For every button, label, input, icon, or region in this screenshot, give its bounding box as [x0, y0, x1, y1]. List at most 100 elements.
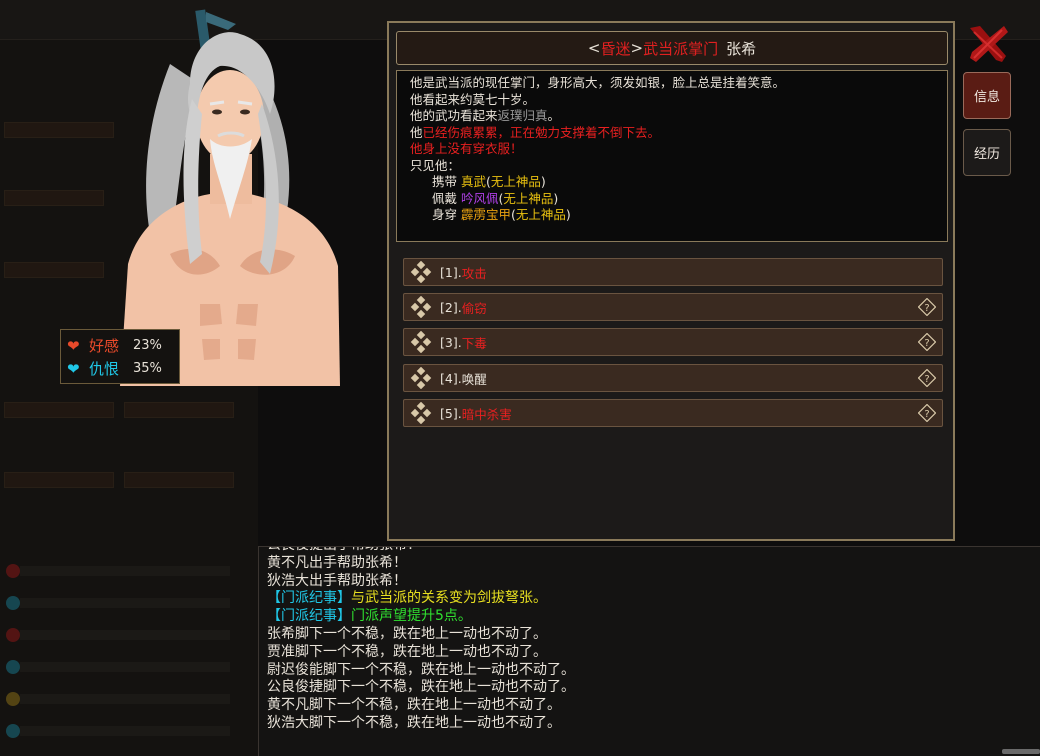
bg-list-line: [20, 726, 230, 736]
action-assassinate-button[interactable]: [5]. 暗中杀害 ?: [403, 399, 943, 427]
paren: ): [565, 207, 571, 222]
status-open-bracket: <: [587, 39, 601, 57]
close-x-icon[interactable]: [966, 22, 1010, 64]
desc-line: 只见他：: [410, 157, 461, 173]
diamond-cluster-icon: [410, 296, 432, 318]
hatred-value: 35%: [133, 361, 162, 376]
affinity-panel: ❤ 好感 23% ❤ 仇恨 35%: [60, 329, 180, 384]
desc-line: 他已经伤痕累累，正在勉力支撑着不倒下去。: [410, 125, 934, 142]
bg-list-line: [20, 630, 230, 640]
bg-slot: [4, 402, 114, 418]
bg-dot-icon: [6, 564, 20, 578]
action-label: 攻击: [461, 265, 487, 281]
equip-item[interactable]: 真武: [461, 174, 486, 189]
log-line: 尉迟俊能脚下一个不稳，跌在地上一动也不动了。: [267, 661, 575, 678]
svg-text:?: ?: [924, 374, 929, 385]
character-info-panel: < 昏迷 > 武当派掌门 张希 他是武当派的现任掌门，身形高大，须发如银，脸上总…: [387, 21, 955, 541]
diamond-cluster-icon: [410, 402, 432, 424]
tab-info[interactable]: 信息: [963, 72, 1011, 119]
equip-item[interactable]: 吟风佩: [461, 191, 499, 206]
svg-text:?: ?: [924, 338, 929, 349]
hatred-row: ❤ 仇恨 35%: [67, 357, 173, 380]
log-line: 公良俊捷脚下一个不稳，跌在地上一动也不动了。: [267, 679, 575, 696]
equip-row: 身穿 霹雳宝甲(无上神品): [410, 207, 934, 224]
favor-row: ❤ 好感 23%: [67, 334, 173, 357]
desc-text: 他的武功看起来: [410, 108, 498, 123]
equip-row: 佩戴 吟风佩(无上神品): [410, 191, 934, 208]
action-number: [3].: [440, 334, 462, 350]
svg-text:?: ?: [924, 409, 929, 420]
log-line: 公良俊捷出手帮助张希！: [267, 547, 575, 555]
desc-text: 他: [410, 124, 423, 140]
action-number: [1].: [440, 264, 462, 280]
desc-line: 他看起来约莫七十岁。: [410, 91, 536, 107]
action-number: [4].: [440, 370, 462, 386]
status-text: 昏迷: [600, 39, 631, 58]
question-diamond-icon[interactable]: ?: [918, 369, 936, 387]
log-tag: 【门派纪事】: [267, 608, 351, 625]
action-number: [2].: [440, 299, 462, 315]
tab-history[interactable]: 经历: [963, 129, 1011, 176]
question-diamond-icon[interactable]: ?: [918, 333, 936, 351]
bg-dot-icon: [6, 628, 20, 642]
status-close-bracket: >: [630, 39, 644, 57]
favor-value: 23%: [133, 338, 162, 353]
log-line: 【门派纪事】与武当派的关系变为剑拔弩张。: [267, 590, 575, 608]
action-label: 暗中杀害: [461, 406, 512, 422]
diamond-cluster-icon: [410, 331, 432, 353]
log-lines: 公良俊捷出手帮助张希！ 黄不凡出手帮助张希！ 狄浩大出手帮助张希！ 【门派纪事】…: [267, 547, 575, 733]
message-log[interactable]: 公良俊捷出手帮助张希！ 黄不凡出手帮助张希！ 狄浩大出手帮助张希！ 【门派纪事】…: [258, 546, 1040, 756]
bg-dot-icon: [6, 724, 20, 738]
log-text: 门派声望提升5点。: [351, 608, 472, 625]
hatred-label: 仇恨: [89, 360, 120, 378]
action-label: 下毒: [461, 335, 487, 351]
action-label: 偷窃: [461, 300, 487, 316]
paren: ): [553, 190, 559, 206]
action-poison-button[interactable]: [3]. 下毒 ?: [403, 328, 943, 356]
question-diamond-icon[interactable]: ?: [918, 404, 936, 422]
diamond-cluster-icon: [410, 261, 432, 283]
bg-slot: [124, 472, 234, 488]
desc-text: 。: [547, 108, 561, 123]
equip-item[interactable]: 霹雳宝甲: [461, 207, 511, 222]
bg-slot: [4, 190, 104, 206]
log-line: 狄浩大出手帮助张希！: [267, 572, 407, 589]
bg-slot: [4, 472, 114, 488]
log-line: 贾准脚下一个不稳，跌在地上一动也不动了。: [267, 643, 547, 660]
description-box: 他是武当派的现任掌门，身形高大，须发如银，脸上总是挂着笑意。 他看起来约莫七十岁…: [396, 70, 948, 242]
desc-line: 他是武当派的现任掌门，身形高大，须发如银，脸上总是挂着笑意。: [410, 75, 786, 90]
diamond-cluster-icon: [410, 367, 432, 389]
bg-list-line: [20, 694, 230, 704]
equip-verb: 携带: [432, 174, 458, 189]
bg-dot-icon: [6, 692, 20, 706]
log-scrollbar[interactable]: [1002, 749, 1040, 754]
bg-dot-icon: [6, 596, 20, 610]
log-text: 与武当派的关系变为剑拔弩张。: [351, 590, 547, 607]
equip-row: 携带 真武(无上神品): [410, 174, 934, 191]
log-line: 张希脚下一个不稳，跌在地上一动也不动了。: [267, 625, 547, 642]
action-steal-button[interactable]: [2]. 偷窃 ?: [403, 293, 943, 321]
equip-verb: 佩戴: [432, 190, 458, 206]
question-diamond-icon[interactable]: ?: [918, 298, 936, 316]
heart-icon: ❤: [67, 336, 80, 355]
character-name: 张希: [726, 39, 757, 58]
bg-list-line: [20, 598, 230, 608]
sect-rank: 武当派掌门: [643, 39, 719, 58]
action-wake-button[interactable]: [4]. 唤醒 ?: [403, 364, 943, 392]
log-line: 黄不凡脚下一个不稳，跌在地上一动也不动了。: [267, 697, 561, 714]
action-number: [5].: [440, 405, 462, 421]
log-tag: 【门派纪事】: [267, 590, 351, 607]
clothing-status: 他身上没有穿衣服！: [410, 141, 523, 156]
equip-grade: 无上神品: [490, 174, 541, 189]
character-title: < 昏迷 > 武当派掌门 张希: [396, 31, 948, 65]
bg-list-line: [20, 566, 230, 576]
log-line: 黄不凡出手帮助张希！: [267, 554, 407, 571]
action-label: 唤醒: [461, 371, 487, 387]
martial-level: 返璞归真: [497, 108, 548, 123]
action-attack-button[interactable]: [1]. 攻击: [403, 258, 943, 286]
bg-list-line: [20, 662, 230, 672]
equip-grade: 无上神品: [515, 207, 566, 222]
paren: ): [540, 174, 546, 189]
equip-grade: 无上神品: [503, 190, 554, 206]
desc-line: 他的武功看起来返璞归真。: [410, 108, 934, 125]
